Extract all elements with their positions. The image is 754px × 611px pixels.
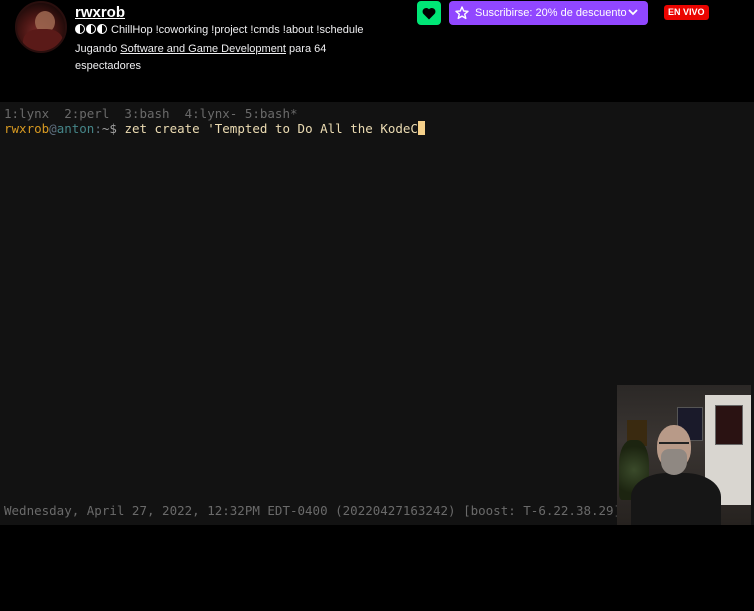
webcam-poster	[715, 405, 743, 445]
live-badge: EN VIVO	[664, 5, 709, 20]
channel-name-link[interactable]: rwxrob	[75, 4, 125, 21]
prompt-separator: :	[94, 121, 102, 136]
category-link[interactable]: Software and Game Development	[120, 43, 286, 55]
webcam-person-body	[631, 473, 721, 525]
webcam-overlay	[617, 385, 751, 525]
webcam-person-glasses	[659, 442, 689, 450]
heart-icon	[422, 7, 436, 20]
subscribe-label: Suscribirse: 20% de descuento	[475, 7, 627, 19]
avatar-body	[23, 29, 63, 51]
tmux-window-tabs: 1:lynx 2:perl 3:bash 4:lynx- 5:bash*	[4, 106, 298, 121]
chevron-down-icon[interactable]	[626, 5, 640, 19]
stream-title-text: ChillHop !coworking !project !cmds !abou…	[111, 24, 364, 36]
tmux-status-line: Wednesday, April 27, 2022, 12:32PM EDT-0…	[4, 503, 622, 518]
playing-info: Jugando Software and Game Development pa…	[75, 41, 365, 75]
subscribe-button[interactable]: Suscribirse: 20% de descuento	[449, 1, 648, 25]
stream-title: ChillHop !coworking !project !cmds !abou…	[75, 24, 364, 36]
prompt-at: @	[49, 121, 57, 136]
stream-header: rwxrob ChillHop !coworking !project !cmd…	[0, 0, 754, 102]
channel-avatar[interactable]	[15, 1, 67, 53]
star-icon	[455, 6, 469, 20]
prompt-host: anton	[56, 121, 95, 136]
shell-prompt-line[interactable]: rwxrob@anton:~$ zet create 'Tempted to D…	[4, 121, 425, 136]
prompt-path: ~$	[101, 121, 117, 136]
playing-prefix: Jugando	[75, 43, 118, 55]
webcam-person-beard	[661, 449, 687, 475]
text-cursor	[417, 121, 425, 135]
command-text: zet create 'Tempted to Do All the KodeC	[116, 121, 418, 136]
follow-button[interactable]	[417, 1, 441, 25]
half-circle-icons	[75, 24, 108, 36]
prompt-user: rwxrob	[4, 121, 50, 136]
